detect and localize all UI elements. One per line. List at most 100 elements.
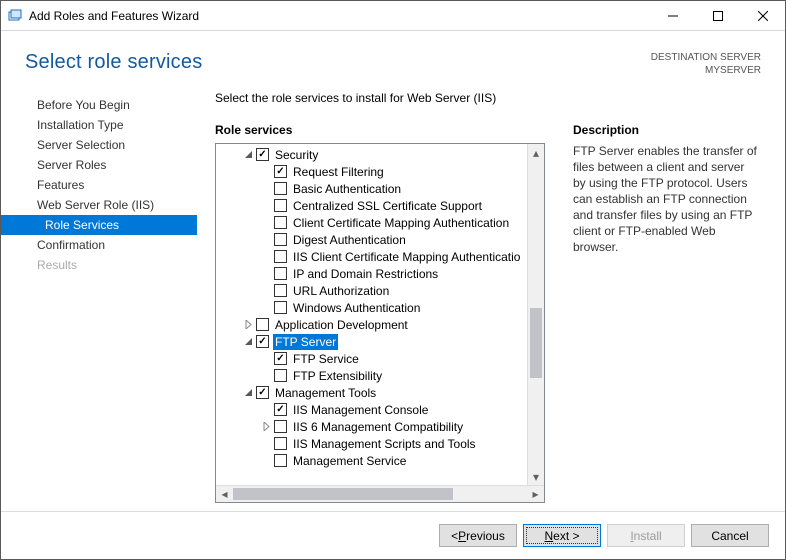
tree-label[interactable]: Client Certificate Mapping Authenticatio… — [291, 215, 511, 231]
tree-row[interactable]: IP and Domain Restrictions — [222, 265, 544, 282]
next-button[interactable]: Next > — [523, 524, 601, 547]
collapse-icon[interactable] — [242, 386, 255, 399]
checkbox[interactable] — [274, 199, 287, 212]
nav-item-role-services[interactable]: Role Services — [1, 215, 197, 235]
checkbox[interactable] — [274, 250, 287, 263]
tree-label[interactable]: URL Authorization — [291, 283, 391, 299]
tree-row[interactable]: Management Service — [222, 452, 544, 469]
tree-row[interactable]: IIS Client Certificate Mapping Authentic… — [222, 248, 544, 265]
tree-row[interactable]: Request Filtering — [222, 163, 544, 180]
checkbox[interactable] — [274, 233, 287, 246]
tree-scroll-area[interactable]: SecurityRequest FilteringBasic Authentic… — [216, 144, 544, 485]
nav-item-web-server-role-iis-[interactable]: Web Server Role (IIS) — [1, 195, 197, 215]
tree-label[interactable]: Windows Authentication — [291, 300, 422, 316]
wizard-window: Add Roles and Features Wizard Select rol… — [0, 0, 786, 560]
checkbox[interactable] — [274, 267, 287, 280]
hscroll-track[interactable] — [233, 486, 527, 502]
collapse-icon[interactable] — [242, 335, 255, 348]
tree-label[interactable]: Management Tools — [273, 385, 378, 401]
scroll-down-icon[interactable]: ▾ — [528, 468, 544, 485]
expander-placeholder — [260, 352, 273, 365]
titlebar[interactable]: Add Roles and Features Wizard — [1, 1, 785, 31]
tree-row[interactable]: Basic Authentication — [222, 180, 544, 197]
cancel-button[interactable]: Cancel — [691, 524, 769, 547]
window-controls — [650, 1, 785, 30]
checkbox[interactable] — [274, 454, 287, 467]
nav-item-server-roles[interactable]: Server Roles — [1, 155, 197, 175]
checkbox[interactable] — [274, 182, 287, 195]
checkbox[interactable] — [256, 318, 269, 331]
checkbox[interactable] — [256, 335, 269, 348]
header: Select role services DESTINATION SERVER … — [1, 31, 785, 87]
tree-label[interactable]: IIS Management Scripts and Tools — [291, 436, 478, 452]
tree-row[interactable]: FTP Service — [222, 350, 544, 367]
nav-item-installation-type[interactable]: Installation Type — [1, 115, 197, 135]
body: Before You BeginInstallation TypeServer … — [1, 87, 785, 511]
tree-label[interactable]: FTP Service — [291, 351, 361, 367]
tree-label[interactable]: Digest Authentication — [291, 232, 408, 248]
scroll-right-icon[interactable]: ▸ — [527, 486, 544, 503]
tree-row[interactable]: Windows Authentication — [222, 299, 544, 316]
install-rest: nstall — [634, 529, 662, 543]
tree-row[interactable]: FTP Extensibility — [222, 367, 544, 384]
expander-placeholder — [260, 301, 273, 314]
nav-sidebar: Before You BeginInstallation TypeServer … — [1, 87, 197, 511]
checkbox[interactable] — [274, 165, 287, 178]
tree-row[interactable]: IIS 6 Management Compatibility — [222, 418, 544, 435]
checkbox[interactable] — [274, 284, 287, 297]
previous-button[interactable]: < Previous — [439, 524, 517, 547]
description-title: Description — [573, 123, 759, 137]
tree-row[interactable]: IIS Management Console — [222, 401, 544, 418]
nav-item-before-you-begin[interactable]: Before You Begin — [1, 95, 197, 115]
scroll-left-icon[interactable]: ◂ — [216, 486, 233, 503]
tree-row[interactable]: Digest Authentication — [222, 231, 544, 248]
tree-label[interactable]: FTP Server — [273, 334, 338, 350]
nav-item-server-selection[interactable]: Server Selection — [1, 135, 197, 155]
vertical-scrollbar[interactable]: ▴ ▾ — [527, 144, 544, 485]
tree-row[interactable]: IIS Management Scripts and Tools — [222, 435, 544, 452]
collapse-icon[interactable] — [242, 148, 255, 161]
checkbox[interactable] — [274, 420, 287, 433]
tree-label[interactable]: IIS Client Certificate Mapping Authentic… — [291, 249, 522, 265]
horizontal-scrollbar[interactable]: ◂ ▸ — [216, 485, 544, 502]
tree-label[interactable]: FTP Extensibility — [291, 368, 384, 384]
footer: < Previous Next > Install Cancel — [1, 511, 785, 559]
expand-icon[interactable] — [242, 318, 255, 331]
checkbox[interactable] — [274, 437, 287, 450]
tree-label[interactable]: IIS 6 Management Compatibility — [291, 419, 465, 435]
tree-row[interactable]: Application Development — [222, 316, 544, 333]
checkbox[interactable] — [256, 386, 269, 399]
expander-placeholder — [260, 165, 273, 178]
checkbox[interactable] — [256, 148, 269, 161]
tree-label[interactable]: Request Filtering — [291, 164, 386, 180]
tree-row[interactable]: Client Certificate Mapping Authenticatio… — [222, 214, 544, 231]
checkbox[interactable] — [274, 403, 287, 416]
tree-row[interactable]: Centralized SSL Certificate Support — [222, 197, 544, 214]
nav-item-confirmation[interactable]: Confirmation — [1, 235, 197, 255]
nav-item-features[interactable]: Features — [1, 175, 197, 195]
tree-label[interactable]: Application Development — [273, 317, 410, 333]
close-button[interactable] — [740, 1, 785, 30]
checkbox[interactable] — [274, 216, 287, 229]
hscroll-thumb[interactable] — [233, 488, 453, 500]
checkbox[interactable] — [274, 369, 287, 382]
expand-icon[interactable] — [260, 420, 273, 433]
tree-row[interactable]: Security — [222, 146, 544, 163]
scroll-up-icon[interactable]: ▴ — [528, 144, 544, 161]
vscroll-thumb[interactable] — [530, 308, 542, 378]
checkbox[interactable] — [274, 352, 287, 365]
expander-placeholder — [260, 250, 273, 263]
tree-label[interactable]: Security — [273, 147, 320, 163]
tree-row[interactable]: URL Authorization — [222, 282, 544, 299]
tree-row[interactable]: FTP Server — [222, 333, 544, 350]
tree-label[interactable]: Basic Authentication — [291, 181, 403, 197]
maximize-button[interactable] — [695, 1, 740, 30]
page-heading: Select role services — [25, 51, 651, 74]
tree-label[interactable]: Centralized SSL Certificate Support — [291, 198, 484, 214]
tree-row[interactable]: Management Tools — [222, 384, 544, 401]
checkbox[interactable] — [274, 301, 287, 314]
minimize-button[interactable] — [650, 1, 695, 30]
tree-label[interactable]: IP and Domain Restrictions — [291, 266, 440, 282]
tree-label[interactable]: IIS Management Console — [291, 402, 430, 418]
tree-label[interactable]: Management Service — [291, 453, 408, 469]
